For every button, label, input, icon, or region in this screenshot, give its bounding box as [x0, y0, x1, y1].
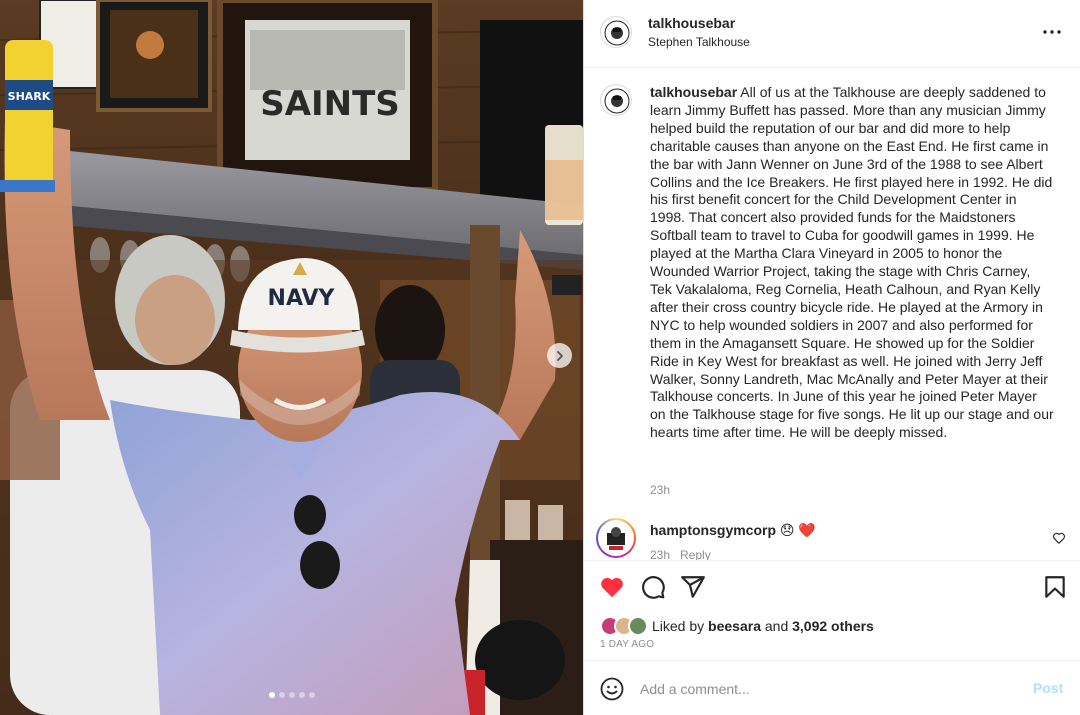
- carousel-dot: [278, 692, 285, 698]
- talkhouse-logo-icon: [602, 86, 631, 115]
- talkhouse-logo-icon: [602, 18, 631, 47]
- author-avatar[interactable]: [600, 16, 632, 48]
- commenter-avatar[interactable]: [596, 518, 636, 558]
- post-photo[interactable]: SAINTS SHARK NAVY: [0, 0, 583, 715]
- carousel-dot: [268, 692, 275, 698]
- likes-count[interactable]: 3,092 others: [792, 618, 874, 634]
- liker-avatar: [628, 616, 648, 636]
- likes-summary: Liked by beesara and 3,092 others: [600, 616, 874, 636]
- post-comment-button[interactable]: Post: [1033, 680, 1063, 696]
- post-caption: talkhousebar All of us at the Talkhouse …: [650, 84, 1055, 442]
- liked-by-prefix: Liked by: [652, 618, 709, 634]
- caption-text: All of us at the Talkhouse are deeply sa…: [650, 84, 1054, 441]
- more-options-icon[interactable]: [1039, 22, 1065, 42]
- caption-username[interactable]: talkhousebar: [650, 84, 737, 100]
- carousel-next-button[interactable]: [547, 343, 572, 368]
- comment-reply-button[interactable]: Reply: [680, 548, 711, 560]
- comment-icon[interactable]: [640, 574, 666, 600]
- photo-illustration: SAINTS SHARK NAVY: [0, 0, 583, 715]
- liked-by-conjunction: and: [760, 618, 793, 634]
- comment-timestamp[interactable]: 23h: [650, 548, 670, 560]
- chevron-right-icon: [556, 350, 563, 361]
- post-date[interactable]: 1 DAY AGO: [600, 639, 654, 650]
- author-username[interactable]: talkhousebar: [648, 15, 735, 31]
- carousel-dot: [308, 692, 315, 698]
- caption-timestamp[interactable]: 23h: [650, 483, 670, 497]
- liked-by-text: Liked by beesara and 3,092 others: [652, 618, 874, 634]
- comments-list[interactable]: talkhousebar All of us at the Talkhouse …: [584, 68, 1080, 560]
- comment-input[interactable]: [640, 675, 1020, 703]
- comment-like-icon[interactable]: [1052, 531, 1066, 545]
- gym-logo-icon: [607, 527, 625, 550]
- post-header: talkhousebar Stephen Talkhouse: [584, 0, 1080, 68]
- carousel-dot: [288, 692, 295, 698]
- share-icon[interactable]: [680, 574, 706, 600]
- comment-body: 😞 ❤️: [779, 522, 816, 538]
- comment: hamptonsgymcorp 😞 ❤️: [650, 522, 816, 539]
- carousel-indicator: [0, 692, 583, 698]
- post-location[interactable]: Stephen Talkhouse: [648, 35, 750, 49]
- sign-text: SAINTS: [260, 84, 400, 124]
- liker-avatars[interactable]: [600, 616, 652, 636]
- add-comment-bar: Post: [584, 660, 1080, 715]
- liker-username[interactable]: beesara: [708, 618, 761, 634]
- cap-text: NAVY: [268, 286, 336, 311]
- emoji-icon[interactable]: [600, 677, 624, 701]
- comment-meta: 23h Reply: [650, 548, 721, 560]
- post-side-panel: talkhousebar Stephen Talkhouse talkhouse…: [583, 0, 1080, 715]
- heart-icon[interactable]: [599, 574, 625, 600]
- comment-username[interactable]: hamptonsgymcorp: [650, 522, 776, 538]
- carousel-dot: [298, 692, 305, 698]
- bookmark-icon[interactable]: [1042, 574, 1068, 600]
- can-text: SHARK: [8, 90, 51, 103]
- caption-author-avatar[interactable]: [600, 84, 632, 116]
- post-actions: Liked by beesara and 3,092 others 1 DAY …: [584, 560, 1080, 660]
